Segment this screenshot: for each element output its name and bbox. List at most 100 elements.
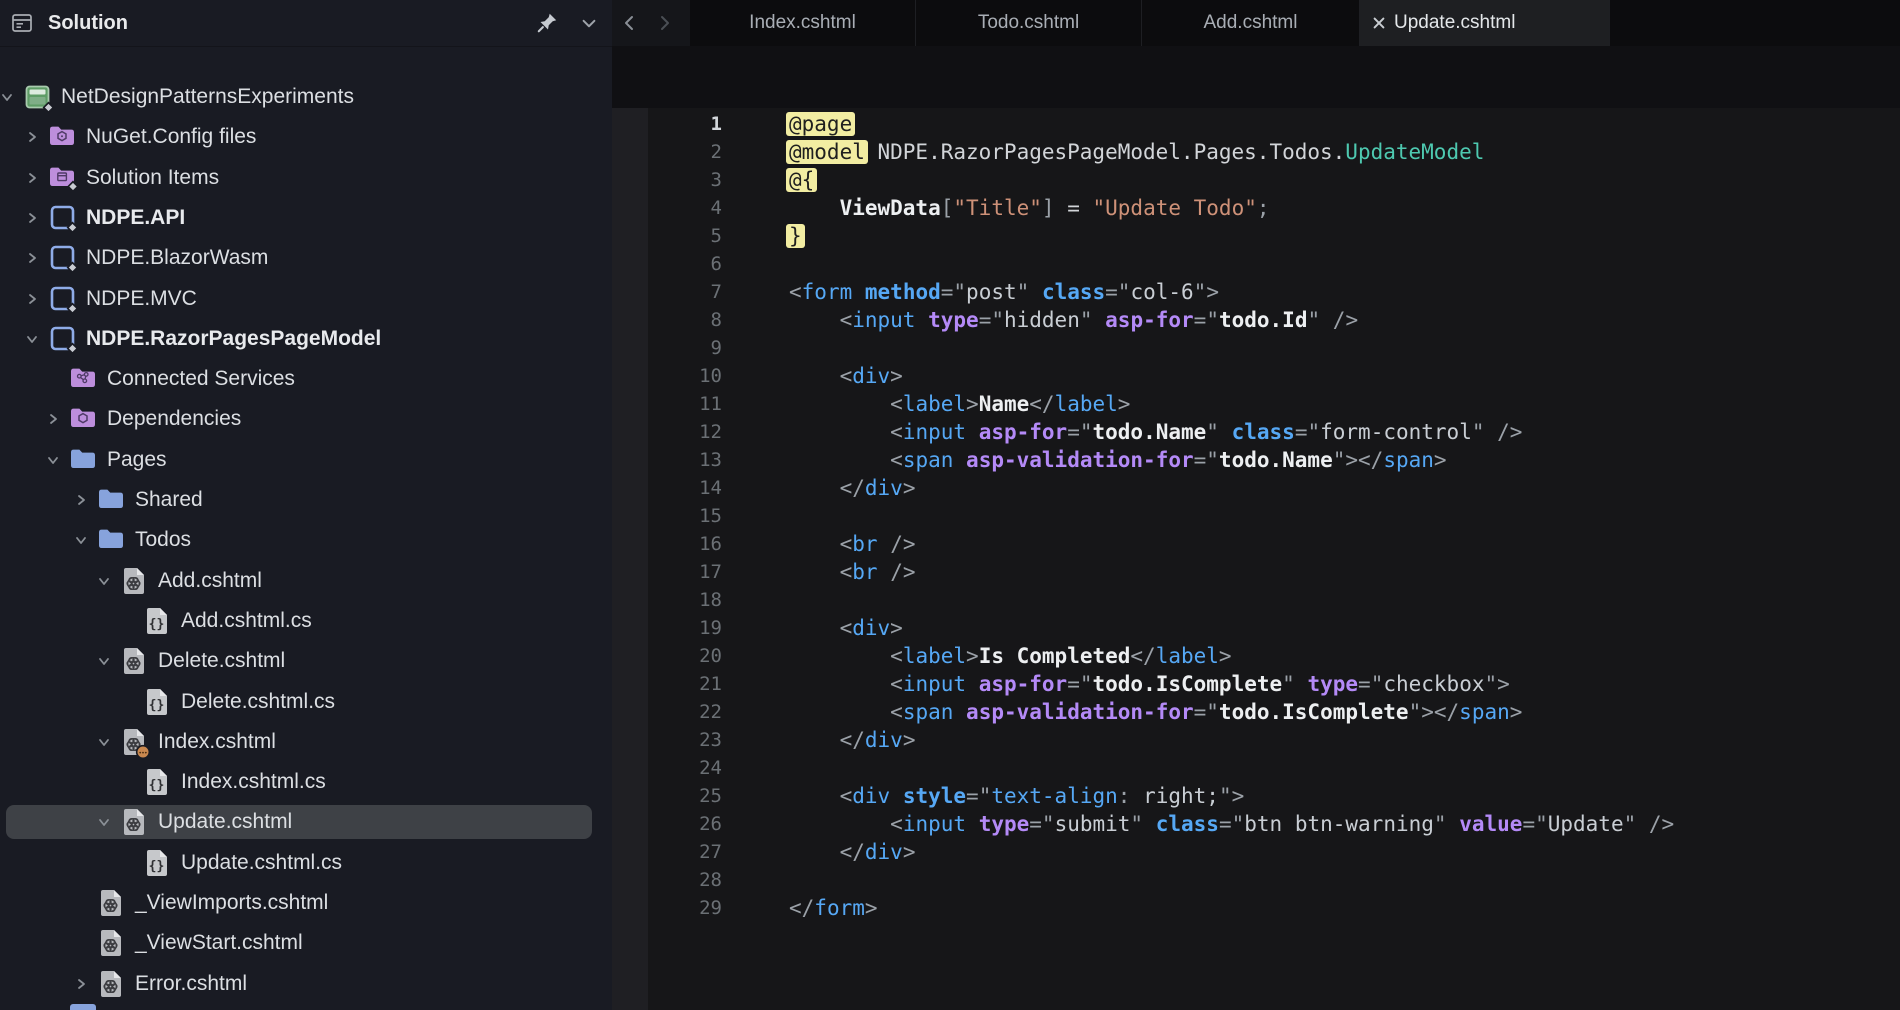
code-token: ]	[1042, 196, 1055, 220]
code-line[interactable]: @page	[789, 110, 852, 138]
code-token: asp-for	[979, 420, 1068, 444]
code-token	[966, 420, 979, 444]
chevron-down-icon[interactable]	[97, 815, 111, 829]
tree-item-todos[interactable]: Todos	[0, 520, 612, 560]
tree-item-index-cshtml[interactable]: Index.cshtml	[0, 722, 612, 762]
code-line[interactable]: <div>	[789, 614, 903, 642]
code-line[interactable]: <label>Is Completed</label>	[789, 642, 1232, 670]
pin-icon[interactable]	[534, 10, 560, 36]
project-icon	[48, 203, 78, 233]
tree-item-delete-cshtml-cs[interactable]: {}Delete.cshtml.cs	[0, 682, 612, 722]
code-token: />	[890, 560, 915, 584]
tree-item-connected-services[interactable]: Connected Services	[0, 359, 612, 399]
tree-item-shared[interactable]: Shared	[0, 480, 612, 520]
chevron-down-icon[interactable]	[0, 90, 14, 104]
code-token	[789, 616, 840, 640]
chevron-down-icon[interactable]	[97, 654, 111, 668]
code-line[interactable]: </form>	[789, 894, 878, 922]
code-line[interactable]: <input type="submit" class="btn btn-warn…	[789, 810, 1674, 838]
tree-item-label: Solution Items	[86, 158, 219, 198]
chevron-down-icon[interactable]	[46, 453, 60, 467]
code-token	[966, 812, 979, 836]
code-token: >	[890, 616, 903, 640]
tree-item--viewimports-cshtml[interactable]: _ViewImports.cshtml	[0, 883, 612, 923]
code-line[interactable]: </div>	[789, 726, 915, 754]
tree-item-index-cshtml-cs[interactable]: {}Index.cshtml.cs	[0, 762, 612, 802]
tab-update-cshtml[interactable]: Update.cshtml	[1360, 0, 1610, 46]
code-line[interactable]: <div style="text-align: right;">	[789, 782, 1244, 810]
tree-item-nuget-config-files[interactable]: NuGet.Config files	[0, 117, 612, 157]
code-token: :	[1118, 784, 1131, 808]
code-token: type	[928, 308, 979, 332]
code-line[interactable]: <input asp-for="todo.IsComplete" type="c…	[789, 670, 1510, 698]
chevron-left-icon[interactable]	[618, 11, 642, 35]
tree-item-ndpe-mvc[interactable]: NDPE.MVC	[0, 279, 612, 319]
code-line[interactable]: @model NDPE.RazorPagesPageModel.Pages.To…	[789, 138, 1484, 166]
code-token: "Title"	[953, 196, 1042, 220]
code-line[interactable]: <span asp-validation-for="todo.Name"></s…	[789, 446, 1447, 474]
line-number: 17	[612, 558, 722, 586]
code-line[interactable]: <input asp-for="todo.Name" class="form-c…	[789, 418, 1522, 446]
code-line[interactable]: </div>	[789, 838, 915, 866]
code-token	[1485, 420, 1498, 444]
code-token: span	[903, 700, 954, 724]
chevron-down-icon[interactable]	[74, 533, 88, 547]
tab-add-cshtml[interactable]: Add.cshtml	[1142, 0, 1360, 46]
code-token	[1447, 812, 1460, 836]
line-number: 15	[612, 502, 722, 530]
tree-item-ndpe-blazorwasm[interactable]: NDPE.BlazorWasm	[0, 238, 612, 278]
code-line[interactable]: <form method="post" class="col-6">	[789, 278, 1219, 306]
code-token: form	[814, 896, 865, 920]
code-token	[915, 308, 928, 332]
code-token: ">	[1219, 784, 1244, 808]
code-token: <	[840, 784, 853, 808]
close-icon[interactable]	[1368, 12, 1390, 34]
tree-item-pages[interactable]: Pages	[0, 440, 612, 480]
code-line[interactable]: <input type="hidden" asp-for="todo.Id" /…	[789, 306, 1358, 334]
tab-label: Index.cshtml	[749, 12, 856, 34]
code-token: style	[903, 784, 966, 808]
chevron-right-icon[interactable]	[25, 251, 39, 265]
code-line[interactable]: </div>	[789, 474, 915, 502]
chevron-right-icon[interactable]	[25, 292, 39, 306]
code-token: br	[852, 560, 877, 584]
code-line[interactable]: <span asp-validation-for="todo.IsComplet…	[789, 698, 1522, 726]
code-line[interactable]: ViewData["Title"] = "Update Todo";	[789, 194, 1270, 222]
tab-index-cshtml[interactable]: Index.cshtml	[690, 0, 916, 46]
chevron-right-icon[interactable]	[25, 171, 39, 185]
code-editor[interactable]: 1@page2@model NDPE.RazorPagesPageModel.P…	[612, 46, 1900, 1010]
tab-todo-cshtml[interactable]: Todo.cshtml	[916, 0, 1142, 46]
code-line[interactable]: @{	[789, 166, 814, 194]
tree-item-solution-items[interactable]: Solution Items	[0, 158, 612, 198]
tree-item-dependencies[interactable]: Dependencies	[0, 399, 612, 439]
chevron-down-icon[interactable]	[97, 574, 111, 588]
tree-item-update-cshtml[interactable]: Update.cshtml	[0, 802, 612, 842]
tree-item-error-cshtml[interactable]: Error.cshtml	[0, 964, 612, 1004]
chevron-right-icon[interactable]	[25, 130, 39, 144]
code-line[interactable]: <br />	[789, 558, 915, 586]
tree-item-add-cshtml-cs[interactable]: {}Add.cshtml.cs	[0, 601, 612, 641]
chevron-down-icon[interactable]	[576, 10, 602, 36]
code-line[interactable]: <label>Name</label>	[789, 390, 1130, 418]
chevron-right-icon[interactable]	[74, 977, 88, 991]
chevron-right-icon[interactable]	[46, 412, 60, 426]
tree-item--viewstart-cshtml[interactable]: _ViewStart.cshtml	[0, 923, 612, 963]
chevron-right-icon[interactable]	[652, 11, 676, 35]
chevron-right-icon[interactable]	[25, 211, 39, 225]
tree-item-delete-cshtml[interactable]: Delete.cshtml	[0, 641, 612, 681]
tree-item-netdesignpatternsexperiments[interactable]: NetDesignPatternsExperiments	[0, 77, 612, 117]
code-line[interactable]: <br />	[789, 530, 915, 558]
chevron-down-icon[interactable]	[97, 735, 111, 749]
code-line[interactable]: }	[789, 222, 802, 250]
chevron-down-icon[interactable]	[25, 332, 39, 346]
line-number: 8	[612, 306, 722, 334]
tree-item-ndpe-api[interactable]: NDPE.API	[0, 198, 612, 238]
tree-item-ndpe-razorpagespagemodel[interactable]: NDPE.RazorPagesPageModel	[0, 319, 612, 359]
tree-item-update-cshtml-cs[interactable]: {}Update.cshtml.cs	[0, 843, 612, 883]
code-line[interactable]: <div>	[789, 362, 903, 390]
tree-item-label: Pages	[107, 440, 167, 480]
code-token: />	[890, 532, 915, 556]
chevron-right-icon[interactable]	[74, 493, 88, 507]
razor-file-icon	[97, 928, 125, 958]
tree-item-add-cshtml[interactable]: Add.cshtml	[0, 561, 612, 601]
